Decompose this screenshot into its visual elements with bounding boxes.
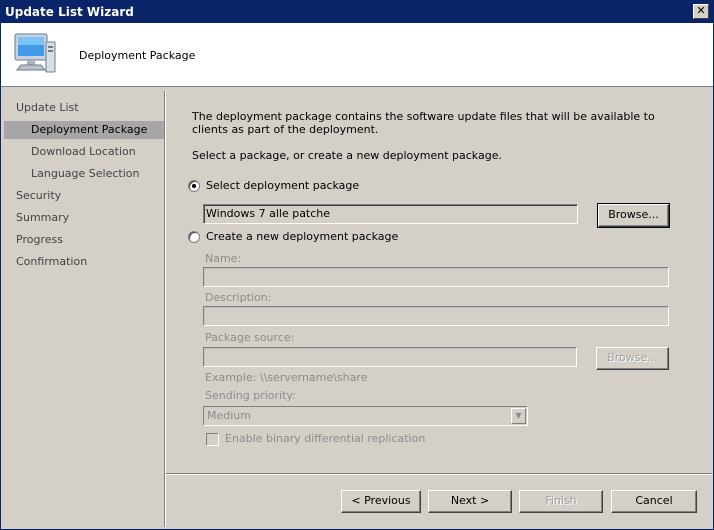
cancel-button[interactable]: Cancel <box>611 490 697 513</box>
select-package-radio-row[interactable]: Select deployment package <box>188 179 359 195</box>
step-confirmation: Confirmation <box>16 255 88 268</box>
select-package-radio[interactable] <box>188 180 200 192</box>
sending-priority-label: Sending priority: <box>205 389 296 402</box>
instruction-text: Select a package, or create a new deploy… <box>192 149 502 162</box>
title-bar: Update List Wizard ✕ <box>1 1 713 23</box>
chevron-down-icon[interactable]: ▼ <box>511 408 526 424</box>
browse-package-button[interactable]: Browse... <box>597 203 670 228</box>
window-title: Update List Wizard <box>5 5 134 19</box>
step-security: Security <box>16 189 62 202</box>
select-package-label: Select deployment package <box>206 179 360 192</box>
wizard-steps: Update List Deployment Package Download … <box>4 91 164 527</box>
wizard-window: Update List Wizard ✕ Deployment Package … <box>0 0 714 530</box>
finish-button[interactable]: Finish <box>519 490 603 513</box>
new-package-name-input[interactable] <box>203 267 669 287</box>
step-update-list: Update List <box>16 101 79 114</box>
wizard-header: Deployment Package <box>1 23 713 87</box>
package-name-field[interactable]: Windows 7 alle patche <box>203 204 578 224</box>
step-deployment-package: Deployment Package <box>4 121 164 139</box>
binary-diff-label: Enable binary differential replication <box>225 432 426 445</box>
package-source-input[interactable] <box>203 347 577 367</box>
previous-button[interactable]: < Previous <box>341 490 421 513</box>
create-package-radio[interactable] <box>188 231 200 243</box>
new-package-description-input[interactable] <box>203 306 669 326</box>
sending-priority-value: Medium <box>207 409 251 422</box>
package-source-label: Package source: <box>205 331 295 344</box>
footer-divider <box>166 473 712 475</box>
computer-icon <box>14 33 56 73</box>
create-package-label: Create a new deployment package <box>206 230 399 243</box>
next-button[interactable]: Next > <box>428 490 512 513</box>
close-icon: ✕ <box>696 4 706 17</box>
source-example-text: Example: \\servername\share <box>205 371 368 384</box>
step-summary: Summary <box>16 211 70 224</box>
description-text: The deployment package contains the soft… <box>192 110 655 136</box>
create-package-radio-row[interactable]: Create a new deployment package <box>188 230 398 246</box>
close-button[interactable]: ✕ <box>693 4 709 19</box>
step-language-selection: Language Selection <box>31 167 140 180</box>
binary-diff-checkbox[interactable] <box>206 432 219 446</box>
step-progress: Progress <box>16 233 63 246</box>
sending-priority-select[interactable]: Medium ▼ <box>203 406 528 426</box>
page-title: Deployment Package <box>79 49 196 62</box>
description-label: Description: <box>205 291 272 304</box>
wizard-content: The deployment package contains the soft… <box>166 91 712 527</box>
binary-diff-row[interactable]: Enable binary differential replication <box>206 432 425 446</box>
name-label: Name: <box>205 252 242 265</box>
browse-source-button[interactable]: Browse... <box>596 347 669 370</box>
step-download-location: Download Location <box>31 145 136 158</box>
